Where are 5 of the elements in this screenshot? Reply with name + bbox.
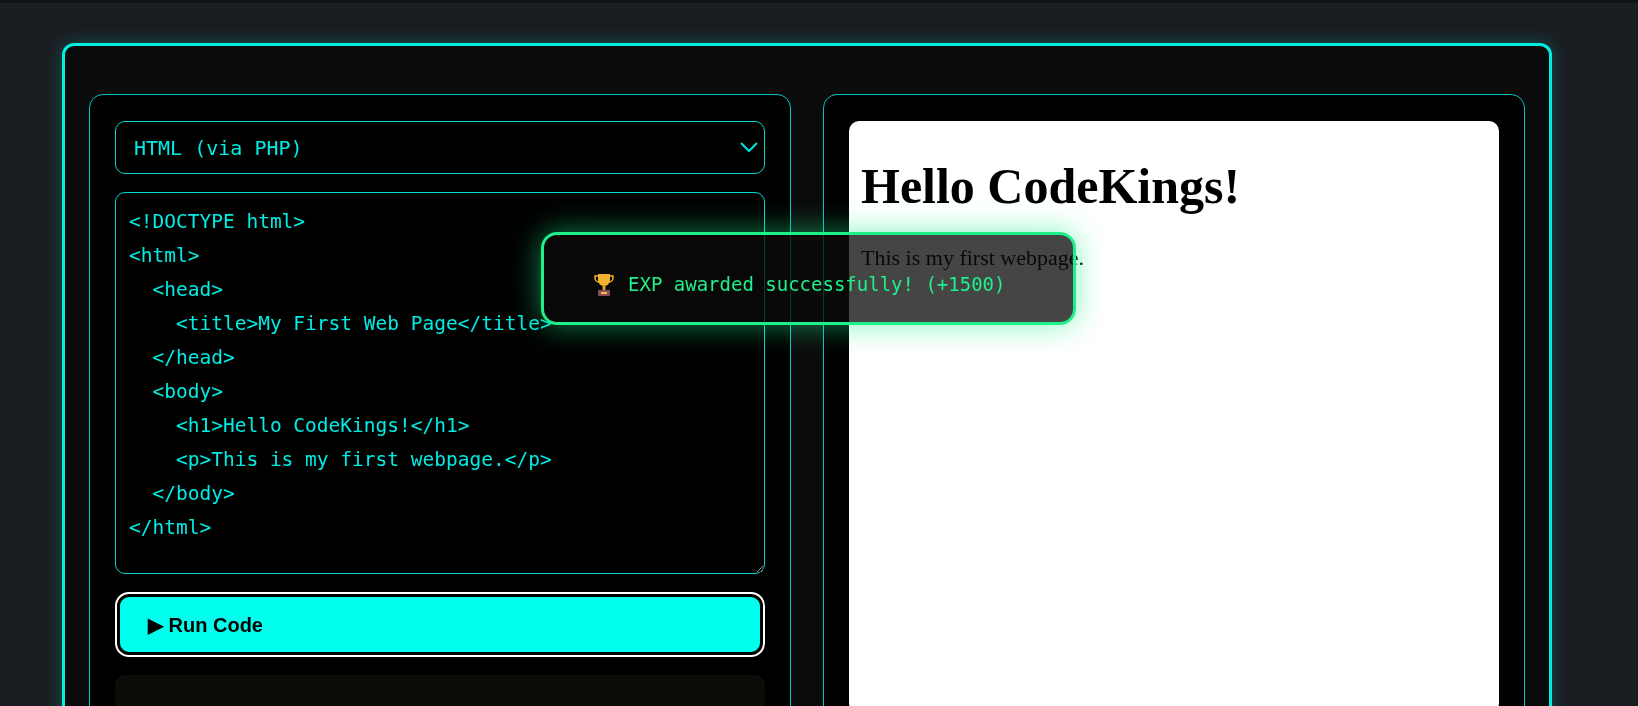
chevron-down-icon: [740, 142, 758, 154]
preview-heading: Hello CodeKings!: [861, 157, 1242, 215]
trophy-icon: [594, 272, 614, 297]
run-code-button[interactable]: ▶ Run Code: [117, 594, 763, 656]
language-select[interactable]: HTML (via PHP): [115, 121, 765, 175]
